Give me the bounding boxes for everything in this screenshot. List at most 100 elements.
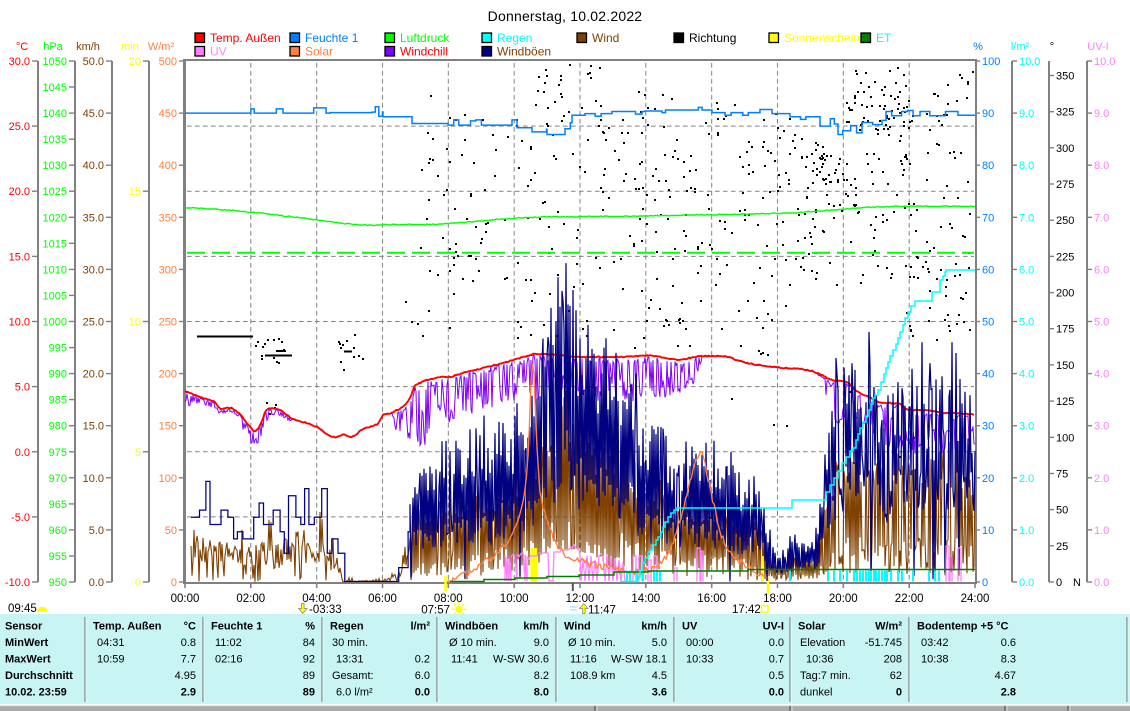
svg-text:30.0: 30.0 (83, 264, 104, 276)
svg-text:4.0: 4.0 (1019, 369, 1034, 381)
svg-text:8.0: 8.0 (1019, 160, 1034, 172)
svg-text:10.02. 23:59: 10.02. 23:59 (5, 687, 67, 699)
svg-text:0.0: 0.0 (15, 447, 30, 459)
svg-text:175: 175 (1056, 324, 1074, 336)
svg-text:Durchschnitt: Durchschnitt (5, 670, 73, 682)
svg-text:995: 995 (49, 343, 67, 355)
svg-text:955: 955 (49, 551, 67, 563)
svg-text:Regen: Regen (330, 621, 364, 633)
svg-text:0.0: 0.0 (89, 577, 104, 589)
svg-text:Solar: Solar (305, 45, 333, 59)
svg-text:Elevation: Elevation (800, 637, 845, 649)
svg-text:0: 0 (171, 577, 177, 589)
svg-text:Temp. Außen: Temp. Außen (210, 31, 281, 45)
svg-text:25.0: 25.0 (83, 317, 104, 329)
svg-text:km/h: km/h (523, 621, 549, 633)
svg-text:300: 300 (1056, 143, 1074, 155)
svg-text:8.2: 8.2 (534, 670, 549, 682)
svg-text:10: 10 (982, 525, 994, 537)
svg-text:W/m²: W/m² (148, 41, 175, 53)
svg-text:20: 20 (982, 473, 994, 485)
svg-text:7.0: 7.0 (1094, 212, 1109, 224)
svg-text:min: min (121, 41, 139, 53)
svg-text:00:00: 00:00 (171, 593, 200, 605)
svg-text:1.0: 1.0 (1019, 525, 1034, 537)
svg-text:250: 250 (1056, 215, 1074, 227)
svg-text:UV: UV (682, 621, 698, 633)
svg-text:ET: ET (876, 31, 892, 45)
svg-text:15.0: 15.0 (9, 251, 30, 263)
svg-text:00:00: 00:00 (686, 637, 714, 649)
svg-text:0.0: 0.0 (1094, 577, 1109, 589)
svg-text:30 min.: 30 min. (332, 637, 368, 649)
svg-text:2.0: 2.0 (1094, 473, 1109, 485)
svg-text:Windböen: Windböen (445, 621, 498, 633)
svg-text:100: 100 (159, 473, 177, 485)
svg-text:km/h: km/h (76, 41, 100, 53)
svg-text:6.0 l/m²: 6.0 l/m² (336, 687, 373, 699)
svg-text:10.0: 10.0 (1019, 56, 1040, 68)
svg-text:1015: 1015 (43, 238, 67, 250)
svg-text:990: 990 (49, 369, 67, 381)
svg-text:0: 0 (896, 687, 902, 699)
svg-text:Windböen: Windböen (497, 45, 551, 59)
svg-text:70: 70 (982, 212, 994, 224)
svg-text:Regen: Regen (497, 31, 532, 45)
svg-text:208: 208 (884, 654, 902, 666)
svg-text:125: 125 (1056, 396, 1074, 408)
svg-text:%: % (305, 621, 315, 633)
svg-text:35.0: 35.0 (83, 212, 104, 224)
svg-text:20.0: 20.0 (83, 369, 104, 381)
svg-text:5.0: 5.0 (15, 382, 30, 394)
svg-text:20:00: 20:00 (829, 593, 858, 605)
svg-text:11:02: 11:02 (215, 637, 242, 649)
svg-text:20: 20 (129, 56, 141, 68)
svg-text:4.0: 4.0 (1094, 369, 1109, 381)
svg-text:10.0: 10.0 (1094, 56, 1115, 68)
svg-text:04:31: 04:31 (97, 637, 125, 649)
svg-text:1050: 1050 (43, 56, 67, 68)
svg-text:45.0: 45.0 (83, 108, 104, 120)
svg-text:hPa: hPa (43, 41, 63, 53)
svg-text:100: 100 (1056, 432, 1074, 444)
svg-text:14:00: 14:00 (631, 593, 660, 605)
svg-text:0.8: 0.8 (181, 637, 196, 649)
svg-text:8.0: 8.0 (534, 687, 549, 699)
svg-text:10.0: 10.0 (83, 473, 104, 485)
svg-text:250: 250 (159, 317, 177, 329)
svg-text:200: 200 (1056, 288, 1074, 300)
svg-text:Sonnenschein: Sonnenschein (784, 31, 860, 45)
svg-text:km/h: km/h (641, 621, 667, 633)
svg-text:Feuchte 1: Feuchte 1 (211, 621, 262, 633)
svg-text:dunkel: dunkel (800, 687, 832, 699)
svg-text:5: 5 (135, 447, 141, 459)
svg-text:09:45: 09:45 (8, 603, 37, 615)
svg-text:150: 150 (159, 421, 177, 433)
svg-text:75: 75 (1056, 469, 1068, 481)
svg-text:Sensor: Sensor (5, 621, 43, 633)
svg-text:5.0: 5.0 (89, 525, 104, 537)
svg-text:950: 950 (49, 577, 67, 589)
svg-text:3.0: 3.0 (1019, 421, 1034, 433)
svg-text:90: 90 (982, 108, 994, 120)
svg-text:89: 89 (303, 687, 315, 699)
svg-text:10.0: 10.0 (9, 317, 30, 329)
svg-text:°: ° (1050, 41, 1054, 53)
svg-text:9.0: 9.0 (534, 637, 549, 649)
svg-text:5.0: 5.0 (652, 637, 667, 649)
svg-text:Wind: Wind (564, 621, 591, 633)
svg-text:985: 985 (49, 395, 67, 407)
svg-text:0.0: 0.0 (769, 637, 784, 649)
svg-text:03:42: 03:42 (921, 637, 949, 649)
svg-text:1025: 1025 (43, 186, 67, 198)
svg-text:°C: °C (16, 41, 28, 53)
svg-text:MinWert: MinWert (5, 637, 49, 649)
svg-text:350: 350 (159, 212, 177, 224)
svg-text:1000: 1000 (43, 317, 67, 329)
svg-text:3.6: 3.6 (652, 687, 667, 699)
svg-text:Ø 10 min.: Ø 10 min. (568, 637, 616, 649)
svg-text:92: 92 (303, 654, 315, 666)
svg-text:13:31: 13:31 (336, 654, 364, 666)
svg-text:11:16: 11:16 (570, 654, 597, 666)
svg-text:W-SW 30.6: W-SW 30.6 (493, 654, 549, 666)
